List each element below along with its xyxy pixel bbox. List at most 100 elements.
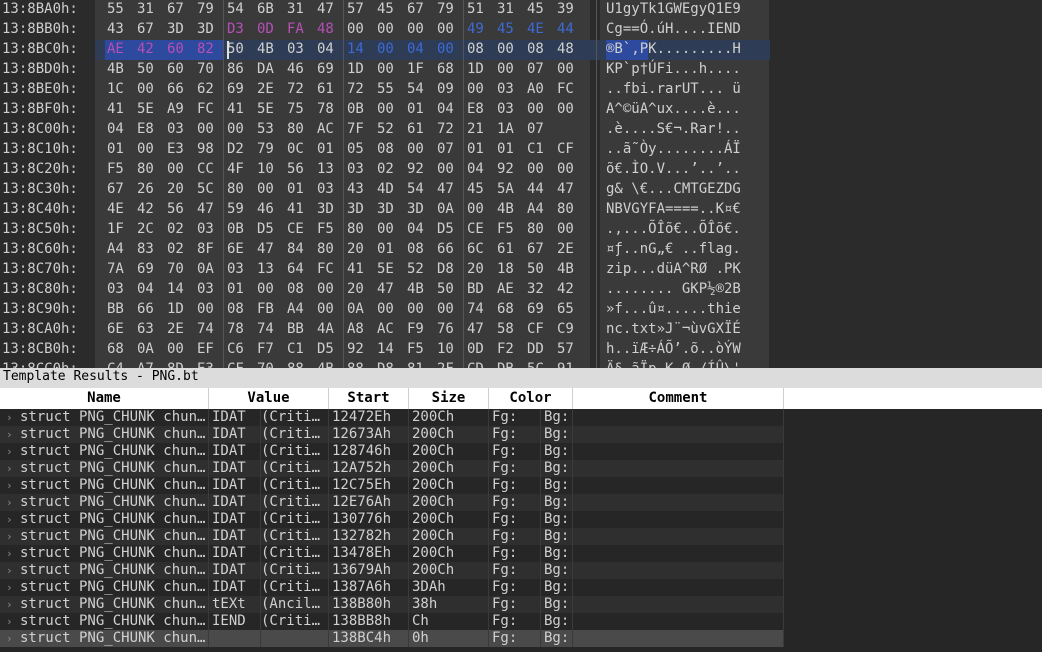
hex-byte[interactable]: 68 xyxy=(497,301,521,317)
hex-byte[interactable]: 05 xyxy=(347,141,371,157)
hex-byte[interactable]: 50 xyxy=(137,61,161,77)
hex-byte[interactable]: F5 xyxy=(317,221,341,237)
hex-byte[interactable]: 45 xyxy=(377,1,401,17)
hex-byte[interactable]: 51 xyxy=(467,1,491,17)
hex-byte[interactable]: 00 xyxy=(437,301,461,317)
hex-byte[interactable]: 41 xyxy=(227,101,251,117)
hex-byte[interactable]: 88 xyxy=(287,361,311,368)
hex-byte[interactable]: 41 xyxy=(287,201,311,217)
hex-byte[interactable]: 53 xyxy=(257,121,281,137)
hex-byte[interactable]: E8 xyxy=(137,121,161,137)
table-row[interactable]: › struct PNG_CHUNK chun… 138BC4h 0h Fg: Bg: xyxy=(0,630,784,647)
hex-byte[interactable]: 78 xyxy=(227,321,251,337)
hex-byte[interactable]: 92 xyxy=(347,341,371,357)
hex-byte[interactable]: 4A xyxy=(317,321,341,337)
hex-byte[interactable]: A4 xyxy=(287,301,311,317)
hex-byte[interactable]: 04 xyxy=(317,41,341,57)
hex-byte[interactable]: 4B xyxy=(107,61,131,77)
hex-byte[interactable]: 00 xyxy=(437,41,461,57)
hex-byte[interactable]: 4D xyxy=(377,181,401,197)
hex-byte[interactable]: 00 xyxy=(347,21,371,37)
hex-byte[interactable]: 46 xyxy=(287,61,311,77)
hex-byte[interactable]: 03 xyxy=(347,161,371,177)
hex-byte[interactable]: 20 xyxy=(467,261,491,277)
hex-byte[interactable]: 76 xyxy=(437,321,461,337)
hex-byte[interactable]: 00 xyxy=(167,341,191,357)
hex-byte[interactable]: 69 xyxy=(317,61,341,77)
hex-byte[interactable]: 04 xyxy=(137,281,161,297)
hex-byte[interactable]: 32 xyxy=(527,281,551,297)
hex-byte[interactable]: 07 xyxy=(437,141,461,157)
ascii-text[interactable]: U1gyTk1GWEgyQ1E9 xyxy=(606,1,741,17)
hex-byte[interactable]: 1D xyxy=(347,61,371,77)
hex-byte[interactable]: 84 xyxy=(287,241,311,257)
hex-byte[interactable]: 1F xyxy=(107,221,131,237)
hex-byte[interactable]: 00 xyxy=(377,301,401,317)
hex-byte[interactable]: 03 xyxy=(167,121,191,137)
hex-byte[interactable]: 92 xyxy=(497,161,521,177)
hex-byte[interactable]: 14 xyxy=(377,341,401,357)
ascii-text[interactable]: .,...ÕÎõ€..ÕÎõ€. xyxy=(606,221,741,237)
table-row[interactable]: › struct PNG_CHUNK chun… IDAT (Criti… 13679A… xyxy=(0,562,784,579)
hex-byte[interactable]: 03 xyxy=(227,261,251,277)
hex-byte[interactable]: D2 xyxy=(227,141,251,157)
table-row[interactable]: › struct PNG_CHUNK chun… IDAT (Criti… 13478E… xyxy=(0,545,784,562)
hex-byte[interactable]: 04 xyxy=(467,161,491,177)
hex-byte[interactable]: 67 xyxy=(407,1,431,17)
hex-byte[interactable]: 74 xyxy=(467,301,491,317)
hex-byte[interactable]: 58 xyxy=(497,321,521,337)
hex-byte[interactable]: FC xyxy=(557,81,581,97)
hex-byte[interactable]: 00 xyxy=(377,101,401,117)
hex-byte[interactable]: 00 xyxy=(377,21,401,37)
table-row[interactable]: › struct PNG_CHUNK chun… IDAT (Criti… 12C75E… xyxy=(0,477,784,494)
hex-byte[interactable]: 41 xyxy=(107,101,131,117)
hex-byte[interactable]: 31 xyxy=(497,1,521,17)
hex-byte[interactable]: CF xyxy=(557,141,581,157)
hex-byte[interactable]: C1 xyxy=(287,341,311,357)
hex-byte[interactable]: 80 xyxy=(557,201,581,217)
hex-byte[interactable]: 80 xyxy=(227,181,251,197)
hex-byte[interactable]: 00 xyxy=(317,281,341,297)
hex-byte[interactable]: F7 xyxy=(257,341,281,357)
hex-byte[interactable]: 07 xyxy=(527,61,551,77)
hex-byte[interactable]: 5E xyxy=(257,101,281,117)
hex-byte[interactable]: 10 xyxy=(257,161,281,177)
hex-byte[interactable]: A4 xyxy=(107,241,131,257)
hex-byte[interactable]: BD xyxy=(467,281,491,297)
hex-byte[interactable]: 0A xyxy=(197,261,221,277)
hex-byte[interactable]: 74 xyxy=(197,321,221,337)
hex-byte[interactable]: 61 xyxy=(497,241,521,257)
hex-byte[interactable]: CD xyxy=(467,361,491,368)
hex-byte[interactable]: 10 xyxy=(437,341,461,357)
hex-byte[interactable]: 00 xyxy=(197,301,221,317)
hex-byte[interactable]: 0C xyxy=(287,141,311,157)
hex-byte[interactable]: 52 xyxy=(377,121,401,137)
column-header-size[interactable]: Size xyxy=(409,388,489,409)
hex-byte[interactable]: F5 xyxy=(497,221,521,237)
table-row[interactable]: › struct PNG_CHUNK chun… tEXt (Ancil… 138B80… xyxy=(0,596,784,613)
hex-byte[interactable]: 2C xyxy=(137,221,161,237)
hex-byte[interactable]: 44 xyxy=(527,181,551,197)
hex-byte[interactable]: 0B xyxy=(227,221,251,237)
hex-byte[interactable]: 75 xyxy=(287,101,311,117)
hex-byte[interactable]: A7 xyxy=(137,361,161,368)
hex-byte[interactable]: 54 xyxy=(407,81,431,97)
hex-byte[interactable]: D5 xyxy=(437,221,461,237)
hex-byte[interactable]: 74 xyxy=(257,321,281,337)
ascii-text[interactable]: Ä§.ãÏp.K.Ø./ÍÛ\' xyxy=(606,361,741,368)
hex-byte[interactable]: 0D xyxy=(467,341,491,357)
hex-byte[interactable]: 47 xyxy=(437,181,461,197)
hex-byte[interactable]: 03 xyxy=(497,101,521,117)
hex-byte[interactable]: 56 xyxy=(287,161,311,177)
hex-byte[interactable]: 08 xyxy=(377,141,401,157)
hex-byte[interactable]: 00 xyxy=(527,161,551,177)
hex-byte[interactable]: 21 xyxy=(467,121,491,137)
hex-byte[interactable]: 20 xyxy=(347,281,371,297)
hex-byte[interactable]: 0A xyxy=(137,341,161,357)
hex-byte[interactable]: 67 xyxy=(527,241,551,257)
hex-byte[interactable]: 43 xyxy=(107,21,131,37)
hex-byte[interactable]: 62 xyxy=(197,81,221,97)
hex-byte[interactable]: 00 xyxy=(557,101,581,117)
hex-byte[interactable]: 70 xyxy=(167,261,191,277)
hex-byte[interactable]: 61 xyxy=(407,121,431,137)
